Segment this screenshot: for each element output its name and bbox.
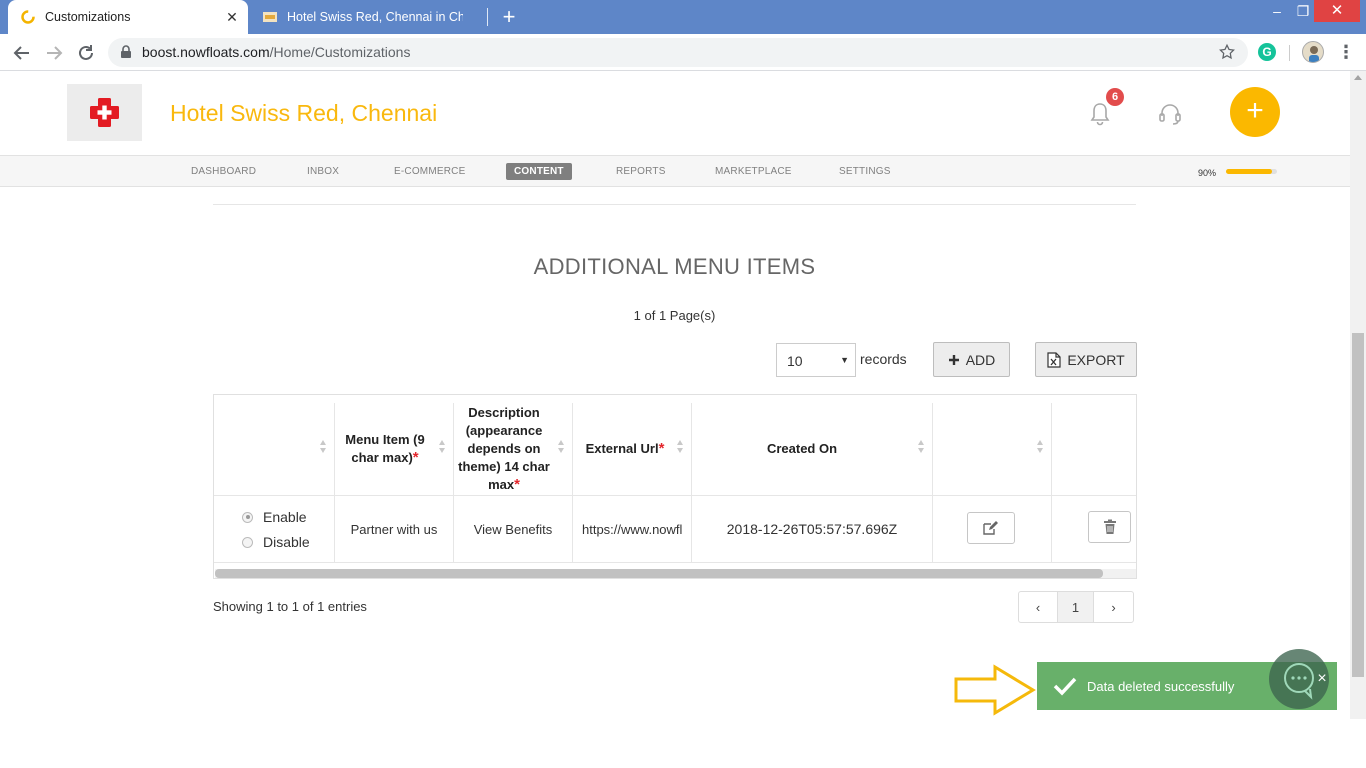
nav-settings[interactable]: SETTINGS xyxy=(839,166,891,177)
address-bar[interactable]: boost.nowfloats.com/Home/Customizations xyxy=(108,38,1248,67)
pagination-prev-button[interactable]: ‹ xyxy=(1019,592,1058,622)
window-close-icon[interactable]: ✕ xyxy=(1314,0,1360,22)
scroll-up-arrow-icon[interactable] xyxy=(1354,75,1362,80)
support-headset-icon[interactable] xyxy=(1157,101,1183,127)
site-header: Hotel Swiss Red, Chennai 6 + xyxy=(0,71,1350,155)
user-avatar-icon xyxy=(1309,46,1319,62)
trash-icon xyxy=(1103,519,1116,534)
header-external-url[interactable]: External Url* xyxy=(573,403,677,495)
new-tab-plus-icon[interactable]: + xyxy=(498,6,520,28)
cell-description: View Benefits xyxy=(473,521,553,537)
checkmark-icon xyxy=(1053,677,1077,696)
main-navigation: DASHBOARD INBOX E-COMMERCE CONTENT REPOR… xyxy=(0,155,1350,187)
profile-avatar[interactable] xyxy=(1302,41,1324,63)
sort-icon[interactable] xyxy=(918,440,925,454)
pagination: ‹ 1 › xyxy=(1018,591,1134,623)
edit-button[interactable] xyxy=(967,512,1015,544)
cell-created-on: 2018-12-26T05:57:57.696Z xyxy=(726,521,898,537)
header-delete[interactable] xyxy=(1052,403,1136,495)
excel-file-icon xyxy=(1047,351,1061,368)
pagination-next-button[interactable]: › xyxy=(1094,592,1133,622)
nav-reports[interactable]: REPORTS xyxy=(616,166,666,177)
header-edit[interactable] xyxy=(933,403,1043,495)
sort-icon[interactable] xyxy=(1037,440,1044,454)
hotel-favicon-icon xyxy=(263,12,277,22)
nav-marketplace[interactable]: MARKETPLACE xyxy=(715,166,792,177)
forward-arrow-icon[interactable] xyxy=(41,40,67,66)
nowfloats-favicon-icon xyxy=(21,10,35,24)
cell-menu-item: Partner with us xyxy=(350,521,438,537)
nav-content[interactable]: CONTENT xyxy=(506,163,572,180)
notification-count-badge: 6 xyxy=(1106,88,1124,106)
browser-toolbar: boost.nowfloats.com/Home/Customizations … xyxy=(0,34,1366,71)
swiss-cross-logo-icon xyxy=(90,98,119,127)
grammarly-extension-icon[interactable]: G xyxy=(1258,43,1276,61)
section-divider xyxy=(213,204,1136,205)
tab-title: Hotel Swiss Red, Chennai in Chennai xyxy=(287,10,463,24)
plus-icon xyxy=(948,354,959,365)
disable-radio[interactable]: Disable xyxy=(242,534,310,550)
browser-tab-bar: Customizations ✕ Hotel Swiss Red, Chenna… xyxy=(0,0,1366,34)
hotel-logo[interactable] xyxy=(67,84,142,141)
entries-summary: Showing 1 to 1 of 1 entries xyxy=(213,599,367,614)
lock-icon xyxy=(121,45,131,58)
delete-button[interactable] xyxy=(1088,511,1131,543)
select-caret-icon: ▼ xyxy=(840,355,849,365)
address-url: boost.nowfloats.com/Home/Customizations xyxy=(142,44,411,60)
nav-dashboard[interactable]: DASHBOARD xyxy=(191,166,256,177)
page-count-info: 1 of 1 Page(s) xyxy=(633,308,716,323)
site-title[interactable]: Hotel Swiss Red, Chennai xyxy=(170,100,437,127)
header-status[interactable] xyxy=(214,403,334,495)
toast-message: Data deleted successfully xyxy=(1087,678,1235,694)
export-button[interactable]: EXPORT xyxy=(1035,342,1137,377)
bookmark-star-icon[interactable] xyxy=(1218,43,1236,61)
scrollbar-thumb[interactable] xyxy=(1352,333,1364,677)
enable-radio[interactable]: Enable xyxy=(242,509,307,525)
page-vertical-scrollbar[interactable] xyxy=(1350,71,1366,719)
tab-close-icon[interactable]: ✕ xyxy=(224,9,240,25)
nav-ecommerce[interactable]: E-COMMERCE xyxy=(394,166,465,177)
toast-close-icon[interactable]: × xyxy=(1313,670,1331,688)
pagination-page-1[interactable]: 1 xyxy=(1058,592,1094,622)
header-created-on[interactable]: Created On xyxy=(692,403,912,495)
radio-unchecked-icon[interactable] xyxy=(242,536,253,548)
table-horizontal-scrollbar[interactable] xyxy=(215,569,1136,578)
tab-title: Customizations xyxy=(45,10,131,24)
sort-icon[interactable] xyxy=(320,440,327,454)
browser-menu-icon[interactable]: ⋮ xyxy=(1337,43,1355,63)
profile-completion-bar[interactable] xyxy=(1226,169,1277,174)
nav-inbox[interactable]: INBOX xyxy=(307,166,339,177)
radio-checked-icon[interactable] xyxy=(242,511,253,523)
sort-icon[interactable] xyxy=(558,440,565,454)
pointing-arrow-icon xyxy=(954,664,1036,716)
section-heading: ADDITIONAL MENU ITEMS xyxy=(533,254,816,279)
quick-add-plus-button[interactable]: + xyxy=(1230,87,1280,137)
browser-tab-hotel[interactable]: Hotel Swiss Red, Chennai in Chennai xyxy=(250,0,488,34)
scrollbar-thumb[interactable] xyxy=(215,569,1103,578)
records-label: records xyxy=(860,351,907,367)
edit-pencil-icon xyxy=(983,521,998,535)
sort-icon[interactable] xyxy=(439,440,446,454)
sort-icon[interactable] xyxy=(677,440,684,454)
reload-icon[interactable] xyxy=(73,40,99,66)
profile-completion-label: 90% xyxy=(1198,168,1217,178)
header-description[interactable]: Description (appearance depends on theme… xyxy=(454,403,554,495)
notification-bell-icon[interactable] xyxy=(1088,101,1112,127)
browser-tab-customizations[interactable]: Customizations ✕ xyxy=(8,0,248,34)
menu-items-table: Menu Item (9 char max)* Description (app… xyxy=(213,394,1137,579)
back-arrow-icon[interactable] xyxy=(9,40,35,66)
cell-external-url: https://www.nowfloats.com xyxy=(582,521,682,537)
records-per-page-select[interactable]: 10 ▼ xyxy=(776,343,856,377)
profile-completion-fill xyxy=(1226,169,1272,174)
add-button[interactable]: ADD xyxy=(933,342,1010,377)
header-menu-item[interactable]: Menu Item (9 char max)* xyxy=(335,403,435,495)
